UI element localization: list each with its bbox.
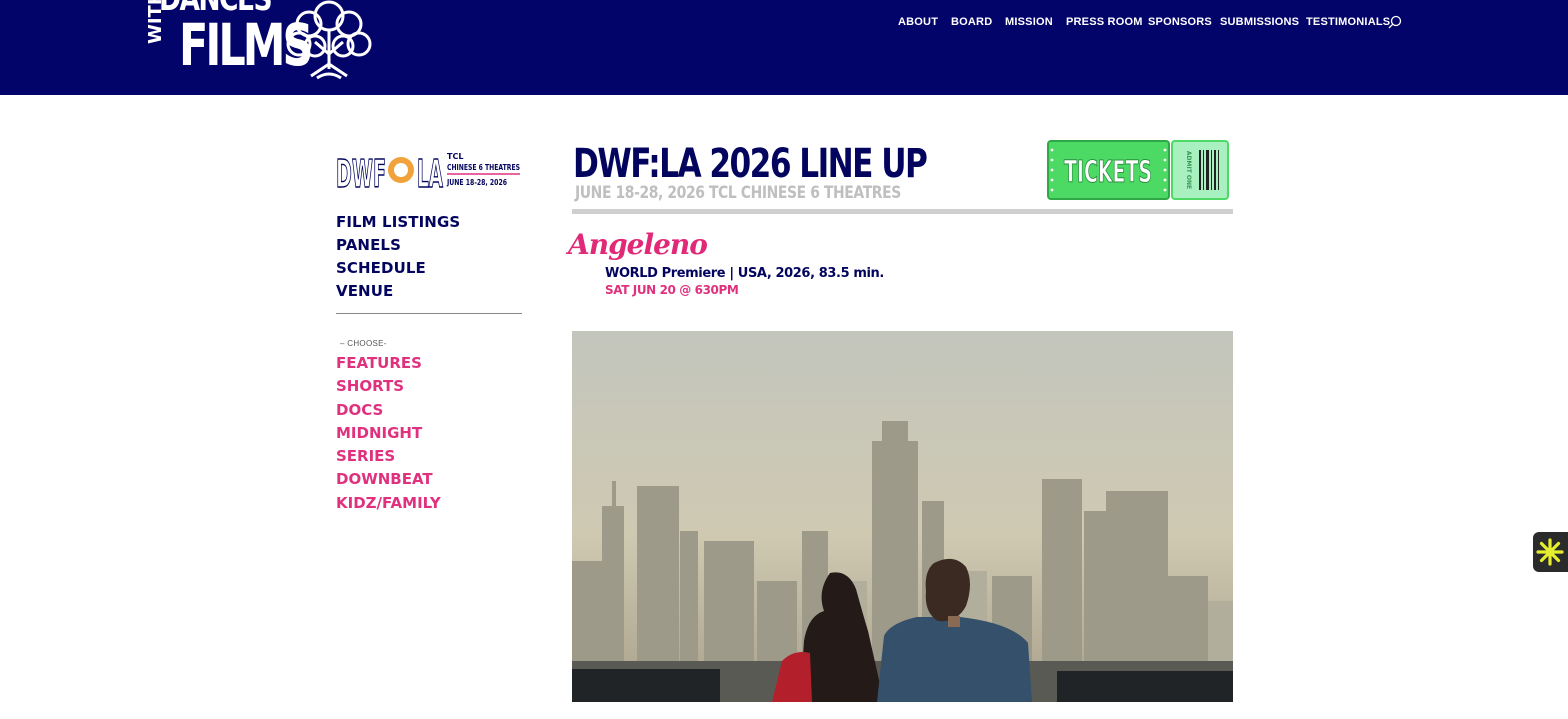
category-series[interactable]: SERIES: [336, 447, 441, 470]
site-logo[interactable]: DANCES FILMS WITH: [145, 0, 387, 86]
nav-sponsors[interactable]: SPONSORS: [1148, 16, 1212, 28]
menu-venue[interactable]: VENUE: [336, 282, 460, 305]
page-subtitle: JUNE 18-28, 2026 TCL CHINESE 6 THEATRES: [575, 183, 901, 203]
dwf-la-festival-logo[interactable]: DWF LA TCL CHINESE 6 THEATRES JUNE 18-28…: [335, 150, 522, 190]
tickets-button[interactable]: TICKETS ADMIT ONE: [1047, 140, 1229, 200]
category-menu: FEATURES SHORTS DOCS MIDNIGHT SERIES DOW…: [336, 354, 441, 517]
asterisk-icon: [1536, 538, 1564, 566]
nav-about[interactable]: ABOUT: [898, 16, 938, 28]
tree-emblem-icon: [286, 0, 372, 80]
film-meta: WORLD Premiere | USA, 2026, 83.5 min.: [605, 266, 884, 281]
menu-panels[interactable]: PANELS: [336, 236, 460, 259]
svg-text:LA: LA: [417, 152, 443, 190]
category-features[interactable]: FEATURES: [336, 354, 441, 377]
nav-press-room[interactable]: PRESS ROOM: [1066, 16, 1143, 28]
svg-text:ADMIT ONE: ADMIT ONE: [1185, 151, 1192, 189]
svg-text:DWF: DWF: [336, 152, 386, 190]
search-icon[interactable]: [1388, 15, 1402, 29]
category-midnight[interactable]: MIDNIGHT: [336, 424, 441, 447]
svg-text:CHINESE 6 THEATRES: CHINESE 6 THEATRES: [447, 163, 520, 172]
category-shorts[interactable]: SHORTS: [336, 377, 441, 400]
category-kidz-family[interactable]: KIDZ/FAMILY: [336, 494, 441, 517]
nav-submissions[interactable]: SUBMISSIONS: [1220, 16, 1299, 28]
floating-widget-button[interactable]: [1533, 532, 1568, 572]
nav-testimonials[interactable]: TESTIMONIALS: [1306, 16, 1390, 28]
sidebar-divider: [336, 313, 522, 314]
nav-mission[interactable]: MISSION: [1005, 16, 1053, 28]
page-title: DWF:LA 2026 LINE UP: [573, 141, 928, 187]
svg-text:TICKETS: TICKETS: [1064, 155, 1152, 190]
title-divider: [572, 209, 1233, 214]
menu-film-listings[interactable]: FILM LISTINGS: [336, 213, 460, 236]
site-header: DANCES FILMS WITH ABOUT BOARD MISSION PR…: [0, 0, 1568, 95]
festival-menu: FILM LISTINGS PANELS SCHEDULE VENUE: [336, 213, 460, 305]
film-title: Angeleno: [568, 228, 708, 261]
svg-text:JUNE 18-28, 2026: JUNE 18-28, 2026: [446, 178, 507, 187]
category-downbeat[interactable]: DOWNBEAT: [336, 470, 441, 493]
nav-board[interactable]: BOARD: [951, 16, 992, 28]
film-still-image: [572, 331, 1233, 702]
svg-text:TCL: TCL: [447, 152, 463, 161]
film-showtime: SAT JUN 20 @ 630PM: [605, 283, 739, 297]
choose-label: – CHOOSE-: [340, 339, 387, 348]
main-nav: ABOUT BOARD MISSION PRESS ROOM SPONSORS …: [0, 16, 1568, 30]
menu-schedule[interactable]: SCHEDULE: [336, 259, 460, 282]
category-docs[interactable]: DOCS: [336, 401, 441, 424]
